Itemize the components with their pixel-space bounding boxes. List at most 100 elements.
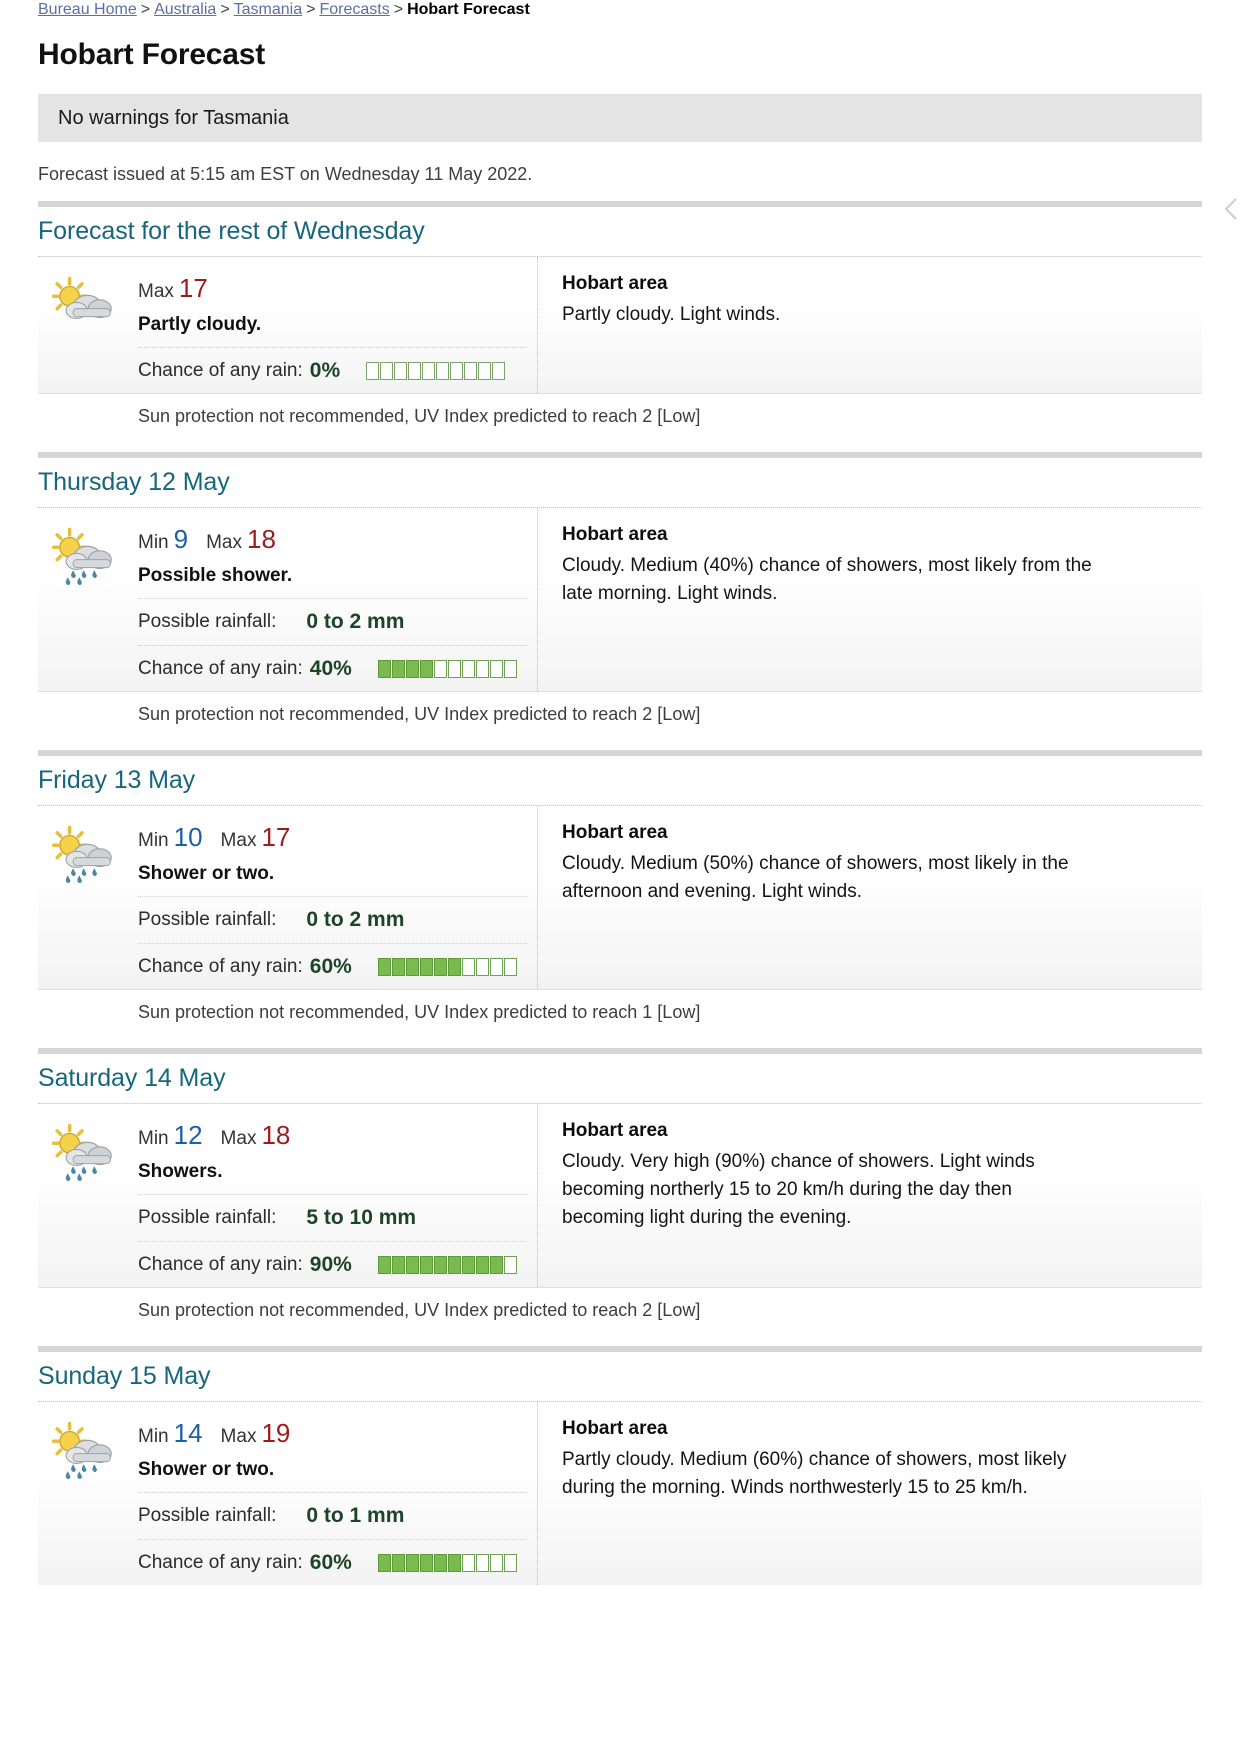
uv-index-text: Sun protection not recommended, UV Index… xyxy=(38,393,1202,436)
uv-index-text: Sun protection not recommended, UV Index… xyxy=(38,989,1202,1032)
min-label: Min xyxy=(138,830,169,851)
chance-block xyxy=(391,1256,405,1274)
chance-label: Chance of any rain: xyxy=(138,1254,303,1275)
breadcrumb-item-tasmania[interactable]: Tasmania xyxy=(234,1,302,18)
area-forecast: Hobart area Cloudy. Medium (40%) chance o… xyxy=(538,508,1202,691)
chance-block xyxy=(408,362,422,380)
max-temp: 17 xyxy=(261,822,291,852)
chance-label: Chance of any rain: xyxy=(138,956,303,977)
forecast-details: Min 10 Max 17 Shower or two. Possible rainfal… xyxy=(138,820,537,979)
forecast-summary: Min 14 Max 19 Shower or two. Possible rainfal… xyxy=(38,1402,538,1585)
rainfall-value: 0 to 2 mm xyxy=(306,908,405,931)
chance-percent: 60% xyxy=(309,1551,352,1574)
chance-label: Chance of any rain: xyxy=(138,360,303,381)
temperature-row: Min 10 Max 17 xyxy=(138,820,527,856)
max-label: Max xyxy=(138,281,174,302)
chance-block xyxy=(489,660,503,678)
breadcrumb-separator: > xyxy=(306,1,316,18)
day-heading: Friday 13 May xyxy=(38,766,196,794)
chance-block xyxy=(377,958,391,976)
chance-label: Chance of any rain: xyxy=(138,1552,303,1573)
chance-block xyxy=(377,1554,391,1572)
uv-index-text: Sun protection not recommended, UV Index… xyxy=(38,691,1202,734)
chance-block xyxy=(377,1256,391,1274)
precis-text: Partly cloudy. xyxy=(138,314,262,335)
chance-of-rain-bar xyxy=(352,958,517,976)
rainfall-label: Possible rainfall: xyxy=(138,611,277,632)
chance-block xyxy=(447,958,461,976)
breadcrumb-separator: > xyxy=(140,1,151,18)
chance-block xyxy=(391,958,405,976)
chance-block xyxy=(433,1256,447,1274)
forecast-details: Max 17 Partly cloudy. Chance of any rain: 0% xyxy=(138,271,537,383)
chance-of-rain-row: Chance of any rain: 60% xyxy=(138,1539,527,1575)
rainfall-label: Possible rainfall: xyxy=(138,1505,277,1526)
forecast-day: Saturday 14 May Min 12 Max 18 Showers. Possibl… xyxy=(38,1048,1202,1330)
section-divider xyxy=(38,452,1202,458)
warnings-banner: No warnings for Tasmania xyxy=(38,94,1202,142)
forecast-day: Sunday 15 May Min 14 Max 19 Shower or two. Pos… xyxy=(38,1346,1202,1585)
precis-text: Possible shower. xyxy=(138,565,293,586)
chance-block xyxy=(503,1554,517,1572)
chance-block xyxy=(492,362,506,380)
chance-block xyxy=(405,1256,419,1274)
section-divider xyxy=(38,1048,1202,1054)
forecast-summary: Min 12 Max 18 Showers. Possible rainfall: 5 to… xyxy=(38,1104,538,1287)
chance-block xyxy=(436,362,450,380)
forecast-summary: Min 10 Max 17 Shower or two. Possible rainfal… xyxy=(38,806,538,989)
breadcrumb-item-forecasts[interactable]: Forecasts xyxy=(319,1,389,18)
chance-block xyxy=(433,1554,447,1572)
rainfall-label: Possible rainfall: xyxy=(138,909,277,930)
area-forecast: Hobart area Cloudy. Very high (90%) chanc… xyxy=(538,1104,1202,1287)
min-temp: 9 xyxy=(173,524,189,554)
forecast-card: Min 10 Max 17 Shower or two. Possible rainfal… xyxy=(38,805,1202,989)
area-description: Partly cloudy. Medium (60%) chance of sh… xyxy=(562,1449,1067,1498)
chance-block xyxy=(433,660,447,678)
chance-block xyxy=(461,1554,475,1572)
chance-block xyxy=(394,362,408,380)
day-heading: Forecast for the rest of Wednesday xyxy=(38,217,425,245)
chance-block xyxy=(405,1554,419,1572)
chance-block xyxy=(489,1554,503,1572)
chance-block xyxy=(489,958,503,976)
chance-of-rain-row: Chance of any rain: 60% xyxy=(138,943,527,979)
chance-label: Chance of any rain: xyxy=(138,658,303,679)
day-heading: Thursday 12 May xyxy=(38,468,230,496)
section-divider xyxy=(38,1346,1202,1352)
min-temp: 10 xyxy=(173,822,203,852)
day-heading: Saturday 14 May xyxy=(38,1064,226,1092)
chance-block xyxy=(475,958,489,976)
section-divider xyxy=(38,750,1202,756)
forecast-details: Min 9 Max 18 Possible shower. Possible rainfa… xyxy=(138,522,537,681)
max-temp: 18 xyxy=(247,524,276,554)
chance-block xyxy=(391,660,405,678)
chance-block xyxy=(461,958,475,976)
max-label: Max xyxy=(220,1128,257,1149)
forecast-details: Min 12 Max 18 Showers. Possible rainfall: 5 to… xyxy=(138,1118,537,1277)
rainfall-value: 5 to 10 mm xyxy=(306,1206,417,1229)
area-forecast: Hobart area Partly cloudy. Medium (60%) c… xyxy=(538,1402,1202,1585)
forecast-card: Max 17 Partly cloudy. Chance of any rain: 0%… xyxy=(38,256,1202,393)
chevron-left-icon[interactable] xyxy=(1222,196,1240,222)
breadcrumb-item-bureau-home[interactable]: Bureau Home xyxy=(38,1,137,18)
chance-percent: 90% xyxy=(309,1253,352,1276)
possible-rainfall-row: Possible rainfall: 0 to 2 mm xyxy=(138,598,527,634)
min-label: Min xyxy=(138,532,169,553)
possible-rainfall-row: Possible rainfall: 5 to 10 mm xyxy=(138,1194,527,1230)
sun-shower-icon xyxy=(38,1416,138,1575)
chance-of-rain-row: Chance of any rain: 0% xyxy=(138,347,527,383)
chance-of-rain-row: Chance of any rain: 40% xyxy=(138,645,527,681)
forecast-card: Min 12 Max 18 Showers. Possible rainfall: 5 to… xyxy=(38,1103,1202,1287)
area-forecast: Hobart area Partly cloudy. Light winds. xyxy=(538,257,1202,393)
chance-percent: 0% xyxy=(309,359,341,382)
min-temp: 12 xyxy=(173,1120,203,1150)
chance-percent: 40% xyxy=(309,657,352,680)
forecast-summary: Min 9 Max 18 Possible shower. Possible rainfa… xyxy=(38,508,538,691)
area-description: Cloudy. Very high (90%) chance of shower… xyxy=(562,1151,1035,1228)
chance-block xyxy=(447,1554,461,1572)
breadcrumb-item-australia[interactable]: Australia xyxy=(154,1,216,18)
area-forecast: Hobart area Cloudy. Medium (50%) chance o… xyxy=(538,806,1202,989)
possible-rainfall-row: Possible rainfall: 0 to 1 mm xyxy=(138,1492,527,1528)
max-label: Max xyxy=(220,1426,257,1447)
rainfall-value: 0 to 1 mm xyxy=(306,1504,405,1527)
